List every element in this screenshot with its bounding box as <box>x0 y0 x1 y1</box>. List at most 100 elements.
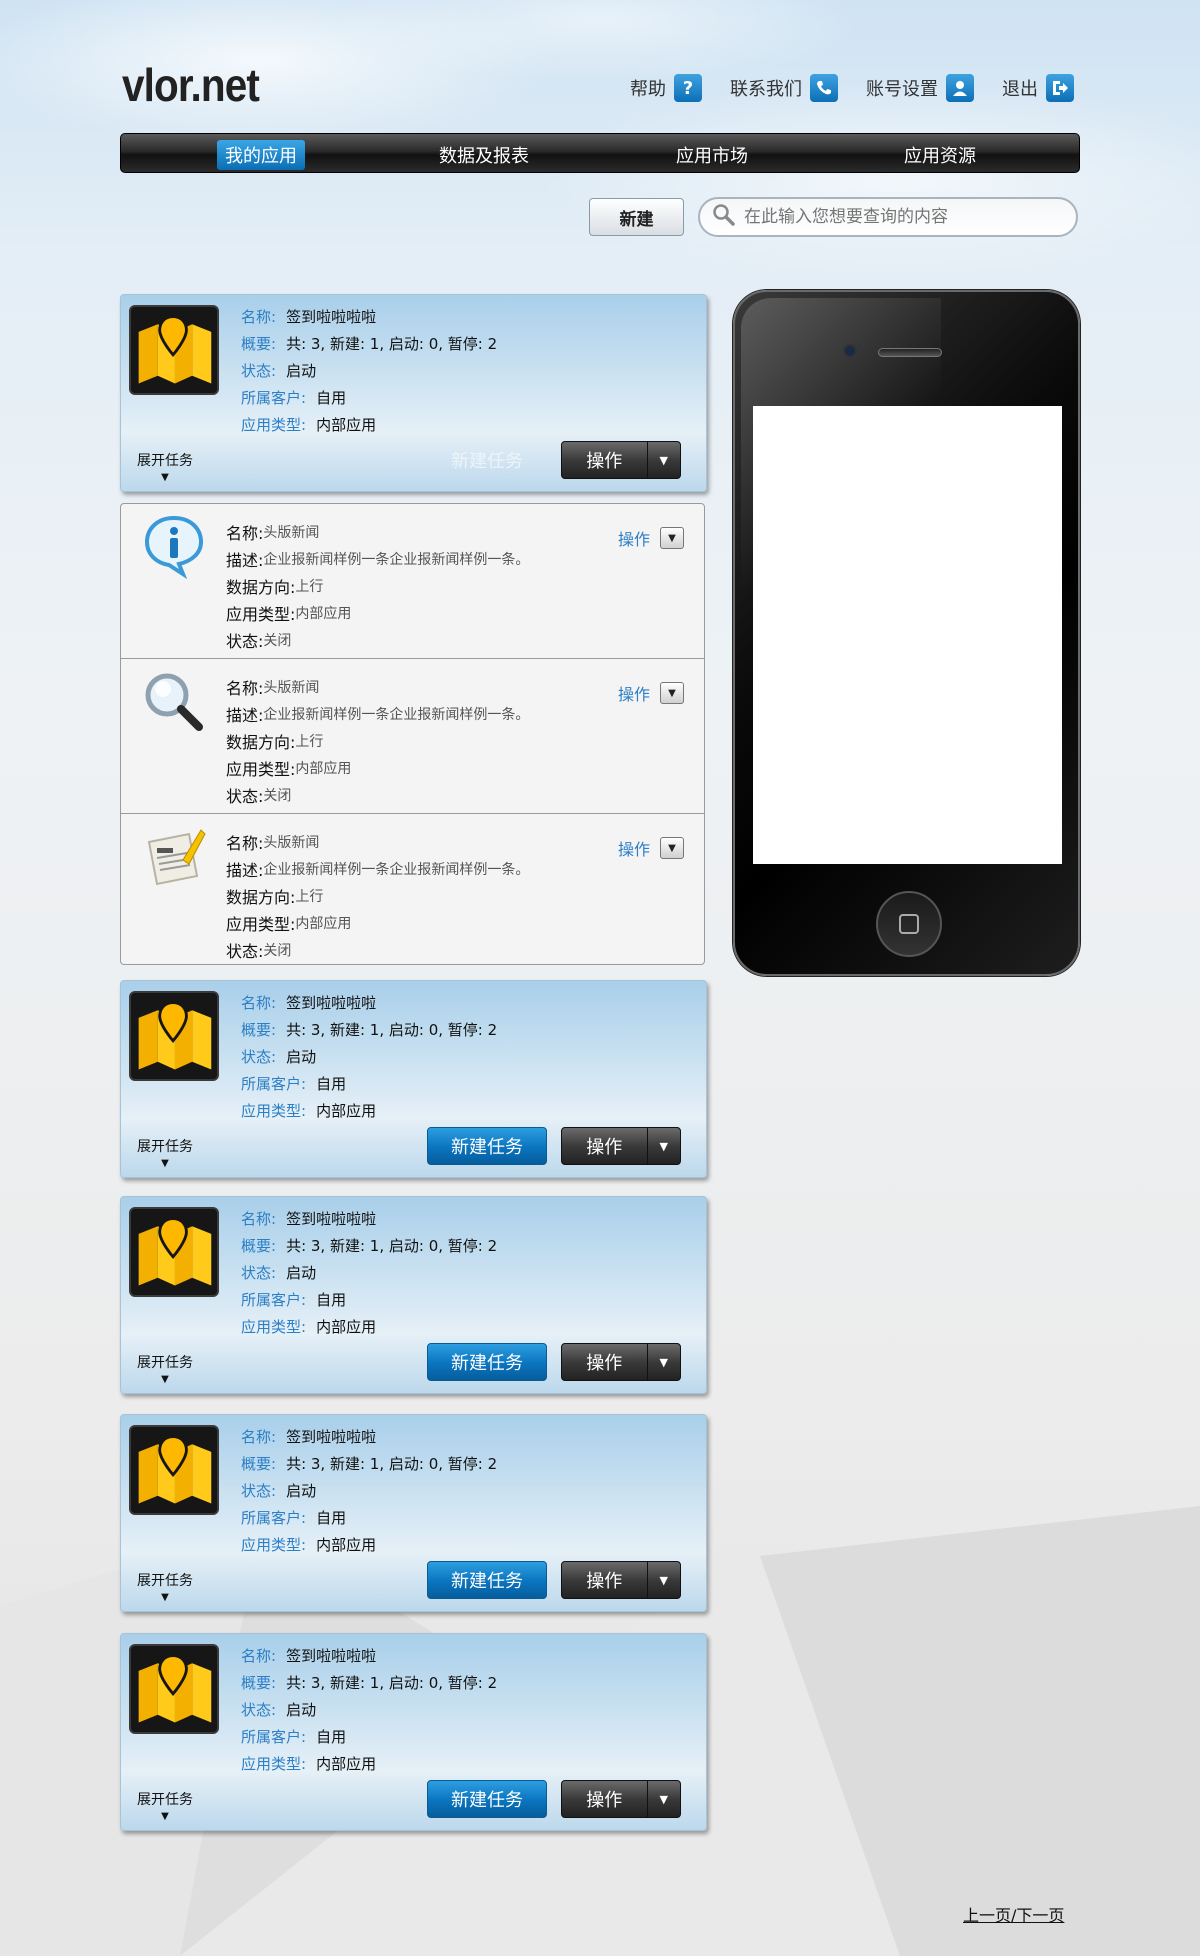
expand-tasks[interactable]: 展开任务 ▼ <box>137 450 193 483</box>
news-direction-label: 数据方向: <box>226 732 296 752</box>
logo[interactable]: vlor.net <box>122 58 260 112</box>
search-input[interactable] <box>744 207 1064 227</box>
news-operate-label: 操作 <box>618 530 651 549</box>
chevron-down-icon[interactable]: ▼ <box>646 1344 680 1380</box>
chevron-down-icon[interactable]: ▼ <box>646 1128 680 1164</box>
news-operate-label: 操作 <box>618 685 651 704</box>
expand-tasks-label: 展开任务 <box>137 1139 193 1155</box>
caret-down-icon: ▼ <box>161 1158 169 1169</box>
app-type: 内部应用 <box>316 1318 377 1336</box>
news-type: 内部应用 <box>295 605 352 622</box>
app-status: 启动 <box>286 1482 317 1500</box>
logout-link[interactable]: 退出 <box>1002 74 1074 102</box>
new-task-button[interactable]: 新建任务 <box>427 1780 547 1818</box>
map-icon <box>129 1425 219 1515</box>
home-button[interactable] <box>876 891 942 957</box>
operate-button[interactable]: 操作 ▼ <box>561 441 681 479</box>
app-status: 启动 <box>286 1048 317 1066</box>
name-label: 名称: <box>241 994 277 1012</box>
operate-button[interactable]: 操作 ▼ <box>561 1561 681 1599</box>
news-direction: 上行 <box>295 578 324 595</box>
operate-label: 操作 <box>586 1353 623 1374</box>
expand-tasks[interactable]: 展开任务 ▼ <box>137 1352 193 1385</box>
app-name: 签到啦啦啦啦 <box>286 994 377 1012</box>
info-icon <box>144 515 204 580</box>
chevron-down-icon[interactable]: ▼ <box>660 682 685 704</box>
name-label: 名称: <box>241 308 277 326</box>
magnifier-icon <box>145 673 203 731</box>
nav-app-market[interactable]: 应用市场 <box>676 142 748 168</box>
operate-label: 操作 <box>586 451 623 472</box>
customer-label: 所属客户: <box>241 1509 307 1527</box>
news-operate-menu[interactable]: 操作 ▼ <box>618 526 685 550</box>
list-item: 名称: 头版新闻 描述: 企业报新闻样例一条企业报新闻样例一条。 数据方向: 上行 应… <box>121 659 704 814</box>
app-name: 签到啦啦啦啦 <box>286 1210 377 1228</box>
account-settings-link[interactable]: 账号设置 <box>866 74 974 102</box>
news-desc-label: 描述: <box>226 705 264 725</box>
new-task-button[interactable]: 新建任务 <box>427 1561 547 1599</box>
nav-my-apps[interactable]: 我的应用 <box>217 140 305 170</box>
app-name: 签到啦啦啦啦 <box>286 1428 377 1446</box>
contact-link[interactable]: 联系我们 <box>730 74 838 102</box>
app-type-label: 应用类型: <box>241 1536 307 1554</box>
app-summary: 共: 3, 新建: 1, 启动: 0, 暂停: 2 <box>286 1021 498 1039</box>
app-customer: 自用 <box>316 1075 347 1093</box>
new-task-button[interactable]: 新建任务 <box>427 441 547 479</box>
news-operate-menu[interactable]: 操作 ▼ <box>618 836 685 860</box>
news-direction: 上行 <box>295 888 324 905</box>
summary-label: 概要: <box>241 1455 277 1473</box>
news-status-label: 状态: <box>226 941 264 961</box>
app-type: 内部应用 <box>316 1102 377 1120</box>
status-label: 状态: <box>241 362 277 380</box>
app-status: 启动 <box>286 362 317 380</box>
app-type: 内部应用 <box>316 1755 377 1773</box>
new-button[interactable]: 新建 <box>589 198 684 236</box>
search-box <box>698 197 1078 237</box>
top-links: 帮助 ? 联系我们 账号设置 退出 <box>630 74 1074 102</box>
news-type: 内部应用 <box>295 915 352 932</box>
app-status: 启动 <box>286 1701 317 1719</box>
chevron-down-icon[interactable]: ▼ <box>660 527 685 549</box>
news-desc-label: 描述: <box>226 550 264 570</box>
news-name: 头版新闻 <box>263 524 320 541</box>
app-card: 名称: 签到啦啦啦啦 概要: 共: 3, 新建: 1, 启动: 0, 暂停: 2 状… <box>120 1633 707 1831</box>
chevron-down-icon[interactable]: ▼ <box>646 442 680 478</box>
pagination-link[interactable]: 上一页/下一页 <box>963 1902 1064 1926</box>
new-task-button[interactable]: 新建任务 <box>427 1343 547 1381</box>
expand-tasks[interactable]: 展开任务 ▼ <box>137 1570 193 1603</box>
help-icon: ? <box>674 74 702 102</box>
expand-tasks[interactable]: 展开任务 ▼ <box>137 1136 193 1169</box>
operate-button[interactable]: 操作 ▼ <box>561 1343 681 1381</box>
new-task-button[interactable]: 新建任务 <box>427 1127 547 1165</box>
news-status-label: 状态: <box>226 631 264 651</box>
main-nav: 我的应用 数据及报表 应用市场 应用资源 <box>120 133 1080 173</box>
logout-icon <box>1046 74 1074 102</box>
operate-button[interactable]: 操作 ▼ <box>561 1780 681 1818</box>
news-status: 关闭 <box>263 787 292 804</box>
help-link[interactable]: 帮助 ? <box>630 74 702 102</box>
chevron-down-icon[interactable]: ▼ <box>646 1781 680 1817</box>
news-type: 内部应用 <box>295 760 352 777</box>
app-type-label: 应用类型: <box>241 416 307 434</box>
app-card: 名称: 签到啦啦啦啦 概要: 共: 3, 新建: 1, 启动: 0, 暂停: 2 状… <box>120 1196 707 1394</box>
chevron-down-icon[interactable]: ▼ <box>660 837 685 859</box>
nav-data-reports[interactable]: 数据及报表 <box>439 142 529 168</box>
map-icon <box>129 305 219 395</box>
news-operate-label: 操作 <box>618 840 651 859</box>
nav-app-resources[interactable]: 应用资源 <box>904 142 976 168</box>
app-type-label: 应用类型: <box>241 1102 307 1120</box>
news-operate-menu[interactable]: 操作 ▼ <box>618 681 685 705</box>
operate-button[interactable]: 操作 ▼ <box>561 1127 681 1165</box>
blog-icon <box>147 829 206 886</box>
news-status: 关闭 <box>263 632 292 649</box>
news-name: 头版新闻 <box>263 834 320 851</box>
expand-tasks[interactable]: 展开任务 ▼ <box>137 1789 193 1822</box>
news-direction: 上行 <box>295 733 324 750</box>
list-item: 名称: 头版新闻 描述: 企业报新闻样例一条企业报新闻样例一条。 数据方向: 上行 应… <box>121 504 704 659</box>
chevron-down-icon[interactable]: ▼ <box>646 1562 680 1598</box>
expand-tasks-label: 展开任务 <box>137 1573 193 1589</box>
home-square-icon <box>899 914 919 934</box>
app-type: 内部应用 <box>316 1536 377 1554</box>
status-label: 状态: <box>241 1701 277 1719</box>
customer-label: 所属客户: <box>241 1728 307 1746</box>
